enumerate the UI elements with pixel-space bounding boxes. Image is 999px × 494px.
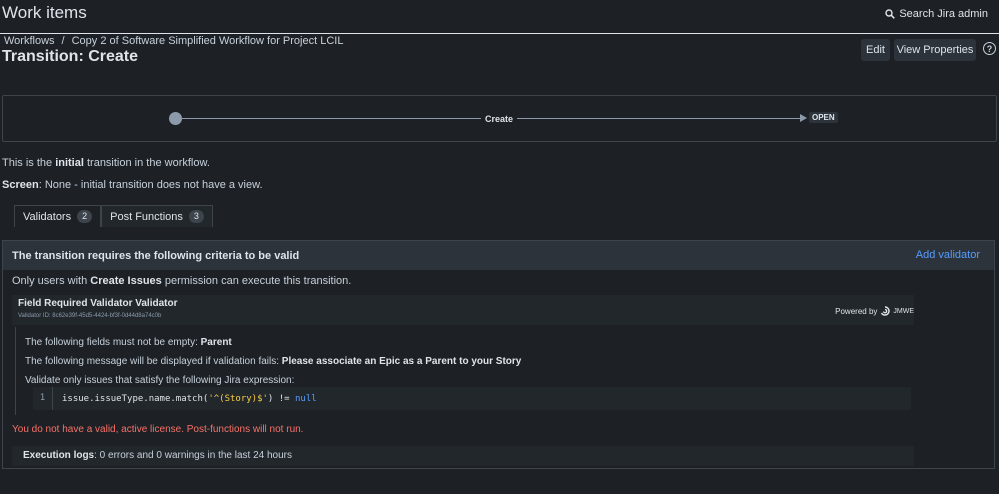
view-properties-button[interactable]: View Properties: [894, 39, 976, 61]
screen-info: Screen: None - initial transition does n…: [2, 179, 263, 191]
permission-validator-text: Only users with Create Issues permission…: [12, 275, 352, 287]
transition-description: This is the initial transition in the wo…: [2, 157, 210, 169]
validator-card-header: Field Required Validator Validator Valid…: [12, 295, 914, 325]
post-functions-count-badge: 3: [188, 210, 204, 223]
validators-panel-header: The transition requires the following cr…: [3, 241, 994, 270]
breadcrumb: Workflows / Copy 2 of Software Simplifie…: [4, 35, 343, 47]
license-warning: You do not have a valid, active license.…: [12, 424, 304, 435]
edit-button[interactable]: Edit: [861, 39, 890, 61]
jmwe-logo-icon: [881, 306, 891, 316]
breadcrumb-workflows-link[interactable]: Workflows: [4, 35, 55, 47]
search-jira-admin-link[interactable]: Search Jira admin: [885, 8, 988, 20]
powered-by: Powered by JMWE: [835, 306, 914, 316]
search-label: Search Jira admin: [899, 8, 988, 20]
execution-logs[interactable]: Execution logs: 0 errors and 0 warnings …: [12, 446, 914, 466]
breadcrumb-separator: /: [61, 35, 65, 47]
validators-count-badge: 2: [77, 210, 93, 223]
breadcrumb-current-workflow-link[interactable]: Copy 2 of Software Simplified Workflow f…: [72, 35, 344, 47]
arrow-head-icon: [800, 114, 807, 122]
add-validator-link[interactable]: Add validator: [916, 249, 980, 261]
validators-panel: The transition requires the following cr…: [2, 240, 995, 469]
validation-message-text: The following message will be displayed …: [25, 356, 522, 367]
code-line-number: 1: [33, 387, 53, 410]
brand-name: JMWE: [893, 307, 914, 315]
transition-label: Create: [485, 114, 514, 124]
validators-panel-title: The transition requires the following cr…: [12, 250, 300, 262]
target-status-node: OPEN: [809, 112, 838, 123]
tabs: Validators 2 Post Functions 3: [14, 205, 213, 227]
search-icon: [885, 9, 896, 19]
code-source: issue.issueType.name.match('^(Story)$') …: [62, 393, 317, 404]
validator-title: Field Required Validator Validator: [18, 298, 178, 309]
transition-line-left: [182, 118, 481, 119]
expression-intro-text: Validate only issues that satisfy the fo…: [25, 375, 295, 386]
transition-line-right: [517, 118, 801, 119]
initial-node: [169, 112, 182, 125]
header-divider: [0, 33, 999, 34]
validator-id: Validator ID: 8c62e39f-45d5-4424-bf3f-0d…: [18, 313, 162, 319]
transition-diagram: Create OPEN: [2, 95, 997, 142]
app-title: Work items: [2, 3, 87, 22]
jira-expression-code: 1 issue.issueType.name.match('^(Story)$'…: [33, 387, 911, 410]
validator-card-body: The following fields must not be empty: …: [15, 327, 914, 415]
required-fields-text: The following fields must not be empty: …: [25, 337, 232, 348]
tab-validators[interactable]: Validators 2: [14, 205, 102, 227]
help-icon[interactable]: ?: [983, 42, 996, 55]
tab-post-functions[interactable]: Post Functions 3: [101, 205, 213, 227]
page-title: Transition: Create: [2, 48, 139, 65]
